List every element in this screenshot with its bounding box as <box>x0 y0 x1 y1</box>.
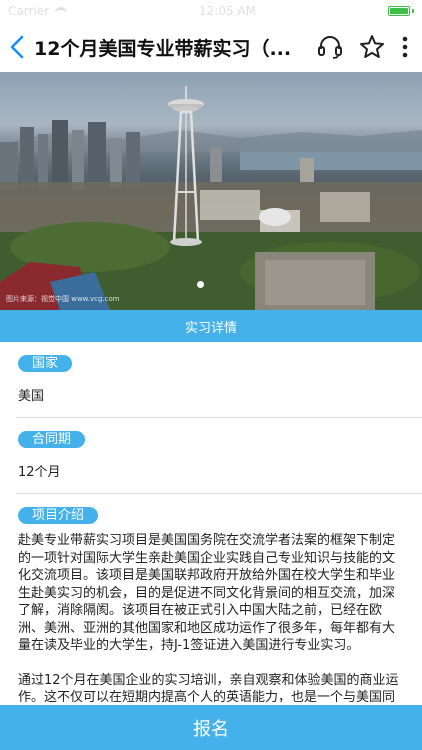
field-label-country: 国家 <box>18 355 73 372</box>
favorite-button[interactable] <box>356 31 388 63</box>
field-value-contract: 12个月 <box>18 465 61 480</box>
hero-image[interactable]: 图片来源：视觉中国 www.vcg.com <box>0 72 422 310</box>
signup-button[interactable]: 报名 <box>0 705 422 750</box>
detail-content[interactable]: 国家 美国 合同期 12个月 项目介绍 赴美专业带薪实习项目是美国国务院在交流学… <box>0 342 422 702</box>
intro-paragraph-1: 赴美专业带薪实习项目是美国国务院在交流学者法案的框架下制定的一项针对国际大学生亲… <box>18 533 396 653</box>
field-value-country: 美国 <box>18 389 45 404</box>
carousel-dot[interactable] <box>197 281 204 288</box>
field-label-contract: 合同期 <box>18 431 86 448</box>
back-button[interactable] <box>0 22 34 72</box>
nav-actions <box>314 22 412 72</box>
intro-paragraph-2: 通过12个月在美国企业的实习培训，亲自观察和体验美国的商业运作。这不仅可以在短期… <box>18 672 399 703</box>
image-credit: 图片来源：视觉中国 www.vcg.com <box>6 295 120 303</box>
field-label-intro: 项目介绍 <box>18 507 99 524</box>
clock: 12:05 AM <box>199 4 256 18</box>
city-skyline-illustration <box>0 86 422 310</box>
wifi-icon <box>55 7 68 19</box>
chevron-left-icon <box>10 35 24 59</box>
battery-icon <box>387 6 414 16</box>
star-icon <box>360 35 384 58</box>
more-button[interactable] <box>398 31 412 63</box>
headset-icon <box>318 36 342 59</box>
nav-bar: 12个月美国专业带薪实习（... <box>0 22 422 72</box>
more-vertical-icon <box>402 36 408 58</box>
page-title: 12个月美国专业带薪实习（... <box>34 37 292 60</box>
carrier-label: Carrier <box>8 4 50 18</box>
status-bar: Carrier 12:05 AM <box>0 0 422 22</box>
status-left: Carrier <box>8 4 68 19</box>
customer-service-button[interactable] <box>314 31 346 63</box>
section-header: 实习详情 <box>0 310 422 342</box>
